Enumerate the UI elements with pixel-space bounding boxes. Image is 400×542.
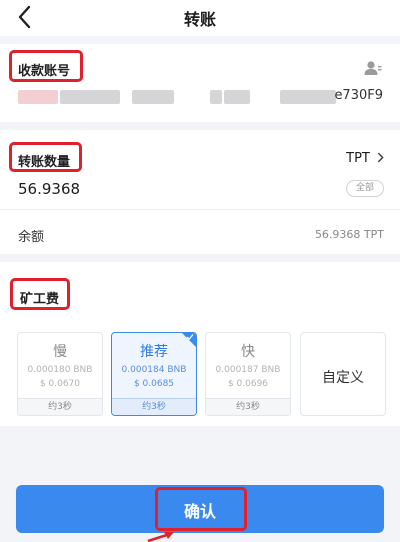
pointer-arrow-icon — [147, 532, 174, 542]
fee-option-time: 约3秒 — [112, 398, 196, 415]
page-title: 转账 — [183, 10, 216, 29]
fee-option-time: 约3秒 — [206, 398, 290, 415]
confirm-highlight — [155, 487, 247, 531]
address-redaction — [18, 90, 58, 104]
fee-option-fast[interactable]: 快 0.000187 BNB $ 0.0696 约3秒 — [205, 332, 291, 416]
top-bar: 转账 — [0, 0, 400, 36]
fee-option-name: 推荐 — [140, 344, 168, 360]
address-redaction — [280, 90, 336, 104]
fee-option-slow[interactable]: 慢 0.000180 BNB $ 0.0670 约3秒 — [17, 332, 103, 416]
divider — [0, 209, 400, 210]
recipient-address-input[interactable]: e730F9 — [18, 88, 383, 106]
fee-option-name: 慢 — [53, 344, 67, 360]
address-redaction — [210, 90, 222, 104]
chevron-right-icon — [377, 152, 384, 163]
fee-option-name: 自定义 — [322, 370, 364, 386]
fee-option-name: 快 — [241, 344, 255, 360]
balance-value: 56.9368 TPT — [314, 228, 384, 241]
address-redaction — [60, 90, 120, 104]
token-symbol: TPT — [346, 151, 370, 166]
fee-option-recommended[interactable]: 推荐 0.000184 BNB $ 0.0685 约3秒 — [111, 332, 197, 416]
fee-option-usd: $ 0.0670 — [39, 379, 81, 389]
address-redaction — [132, 90, 174, 104]
balance-label: 余额 — [18, 230, 45, 245]
address-redaction — [224, 90, 250, 104]
token-selector[interactable]: TPT — [346, 151, 384, 166]
fee-option-bnb: 0.000184 BNB — [121, 365, 187, 375]
fee-option-bnb: 0.000180 BNB — [27, 365, 93, 375]
fee-option-usd: $ 0.0685 — [133, 379, 175, 389]
fee-option-custom[interactable]: 自定义 — [300, 332, 386, 416]
fee-option-bnb: 0.000187 BNB — [215, 365, 281, 375]
contact-book-icon[interactable] — [364, 60, 382, 76]
amount-input[interactable]: 56.9368 — [18, 180, 80, 198]
fee-option-time: 约3秒 — [18, 398, 102, 415]
transfer-label-highlight — [9, 142, 82, 172]
all-amount-button[interactable]: 全部 — [346, 180, 384, 197]
recipient-label-highlight — [9, 50, 83, 82]
address-tail: e730F9 — [334, 88, 383, 103]
check-icon — [186, 334, 194, 341]
fee-label-highlight — [10, 278, 70, 310]
fee-option-usd: $ 0.0696 — [227, 379, 269, 389]
